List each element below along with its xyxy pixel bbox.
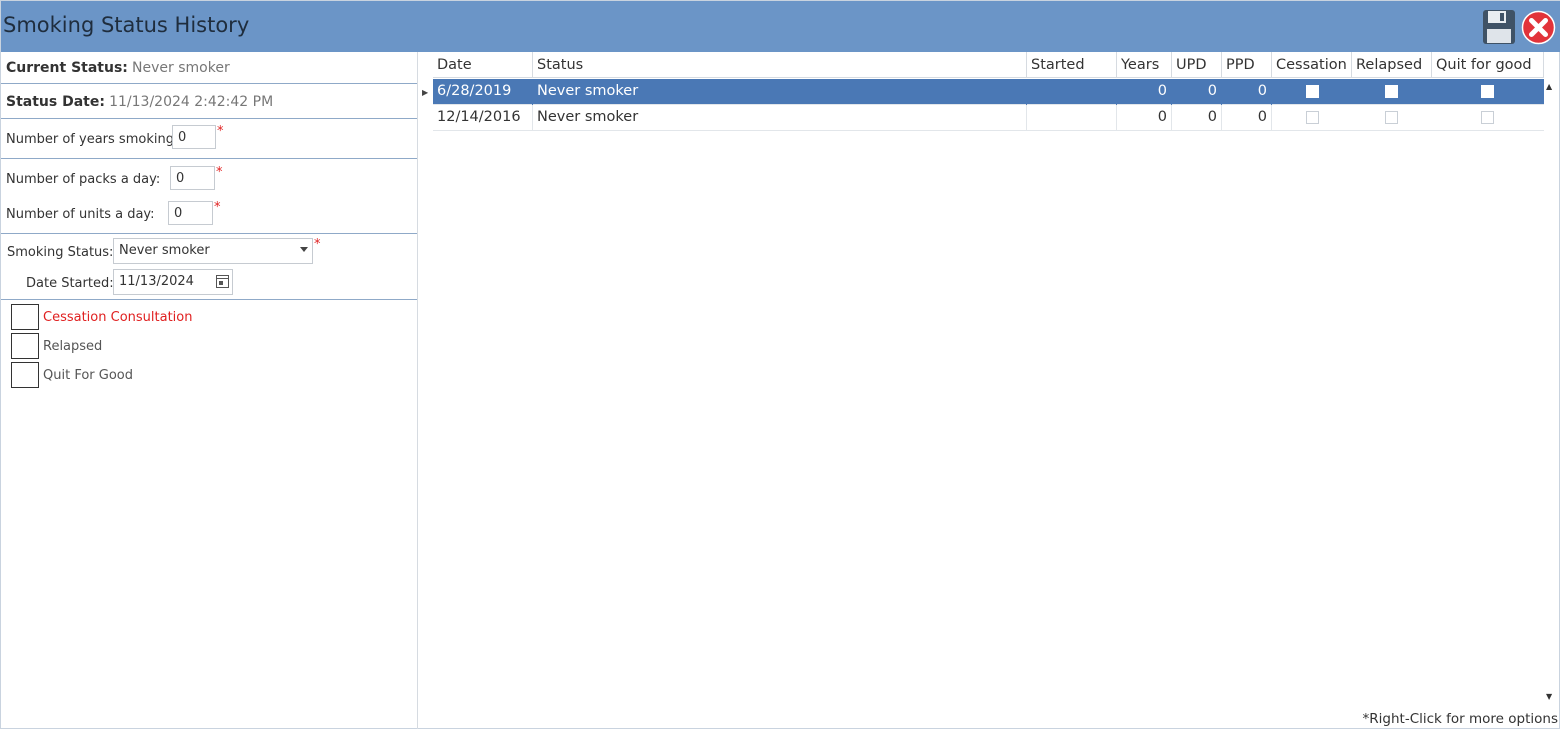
units-input[interactable]: 0 [168, 201, 213, 225]
column-header-ppd[interactable]: PPD [1222, 52, 1272, 78]
column-header-status[interactable]: Status [533, 52, 1027, 78]
cell-started [1027, 79, 1117, 105]
scroll-down-icon[interactable]: ▼ [1546, 692, 1552, 701]
quit-cell-checkbox[interactable] [1481, 111, 1494, 124]
relapsed-checkbox[interactable] [11, 333, 39, 359]
cessation-consultation-checkbox[interactable] [11, 304, 39, 330]
current-status-label: Current Status: [6, 60, 128, 76]
grid-header: Date Status Started Years UPD PPD Cessat… [433, 52, 1544, 78]
quit-for-good-checkbox[interactable] [11, 362, 39, 388]
smoking-status-select-value: Never smoker [119, 243, 210, 258]
cell-status: Never smoker [533, 105, 1027, 131]
cell-status: Never smoker [533, 79, 1027, 105]
close-button[interactable] [1521, 10, 1556, 45]
packs-units-section: Number of packs a day: 0 * Number of uni… [1, 159, 417, 234]
current-status-value: Never smoker [132, 60, 230, 76]
title-bar: Smoking Status History [1, 1, 1560, 52]
cell-date: 6/28/2019 [433, 79, 533, 105]
cessation-consultation-label: Cessation Consultation [43, 310, 193, 325]
save-icon [1483, 10, 1515, 44]
status-date-value: 11/13/2024 2:42:42 PM [109, 94, 274, 110]
current-row-indicator-icon: ▶ [422, 88, 429, 97]
smoking-history-grid: Date Status Started Years UPD PPD Cessat… [418, 52, 1560, 729]
column-header-date[interactable]: Date [433, 52, 533, 78]
save-button[interactable] [1482, 9, 1516, 45]
column-header-started[interactable]: Started [1027, 52, 1117, 78]
column-header-cessation[interactable]: Cessation [1272, 52, 1352, 78]
cell-upd: 0 [1172, 105, 1222, 131]
table-row[interactable]: 12/14/2016 Never smoker 0 0 0 [433, 105, 1544, 131]
column-header-quit-for-good[interactable]: Quit for good [1432, 52, 1544, 78]
date-started-input[interactable]: 11/13/2024 [113, 269, 233, 295]
calendar-icon[interactable] [216, 275, 229, 288]
smoking-details-panel: Current Status: Never smoker Status Date… [1, 52, 418, 729]
relapsed-label: Relapsed [43, 339, 103, 354]
quit-cell-checkbox[interactable] [1481, 85, 1494, 98]
cell-started [1027, 105, 1117, 131]
smoking-status-window: Smoking Status History Current Status: N… [0, 0, 1560, 729]
column-header-upd[interactable]: UPD [1172, 52, 1222, 78]
scroll-up-icon[interactable]: ▲ [1546, 82, 1552, 91]
chevron-down-icon [300, 247, 308, 252]
table-row[interactable]: 6/28/2019 Never smoker 0 0 0 [433, 79, 1544, 105]
years-smoking-section: Number of years smoking: 0 * [1, 119, 417, 159]
cessation-cell-checkbox[interactable] [1306, 85, 1319, 98]
close-icon [1521, 10, 1556, 45]
cell-ppd: 0 [1222, 105, 1272, 131]
cell-upd: 0 [1172, 79, 1222, 105]
smoking-status-label: Smoking Status: [7, 245, 114, 260]
years-smoking-input[interactable]: 0 [172, 125, 216, 149]
date-started-label: Date Started: [26, 276, 114, 291]
window-title: Smoking Status History [3, 13, 250, 37]
packs-input[interactable]: 0 [170, 166, 215, 190]
current-status-section: Current Status: Never smoker [1, 52, 417, 84]
quit-for-good-label: Quit For Good [43, 368, 133, 383]
cell-years: 0 [1117, 79, 1172, 105]
column-header-years[interactable]: Years [1117, 52, 1172, 78]
smoking-status-section: Smoking Status: Never smoker * Date Star… [1, 234, 417, 300]
cessation-cell-checkbox[interactable] [1306, 111, 1319, 124]
relapsed-cell-checkbox[interactable] [1385, 85, 1398, 98]
smoking-status-select[interactable]: Never smoker [113, 238, 313, 264]
relapsed-cell-checkbox[interactable] [1385, 111, 1398, 124]
cell-date: 12/14/2016 [433, 105, 533, 131]
date-started-value: 11/13/2024 [119, 274, 194, 289]
cell-years: 0 [1117, 105, 1172, 131]
cell-ppd: 0 [1222, 79, 1272, 105]
required-mark: * [216, 165, 223, 180]
status-date-section: Status Date: 11/13/2024 2:42:42 PM [1, 84, 417, 119]
required-mark: * [217, 124, 224, 139]
required-mark: * [314, 237, 321, 252]
years-smoking-label: Number of years smoking: [6, 132, 179, 147]
packs-label: Number of packs a day: [6, 172, 161, 187]
right-click-hint: *Right-Click for more options [1362, 711, 1558, 727]
column-header-relapsed[interactable]: Relapsed [1352, 52, 1432, 78]
status-date-label: Status Date: [6, 94, 105, 110]
required-mark: * [214, 200, 221, 215]
units-label: Number of units a day: [6, 207, 155, 222]
